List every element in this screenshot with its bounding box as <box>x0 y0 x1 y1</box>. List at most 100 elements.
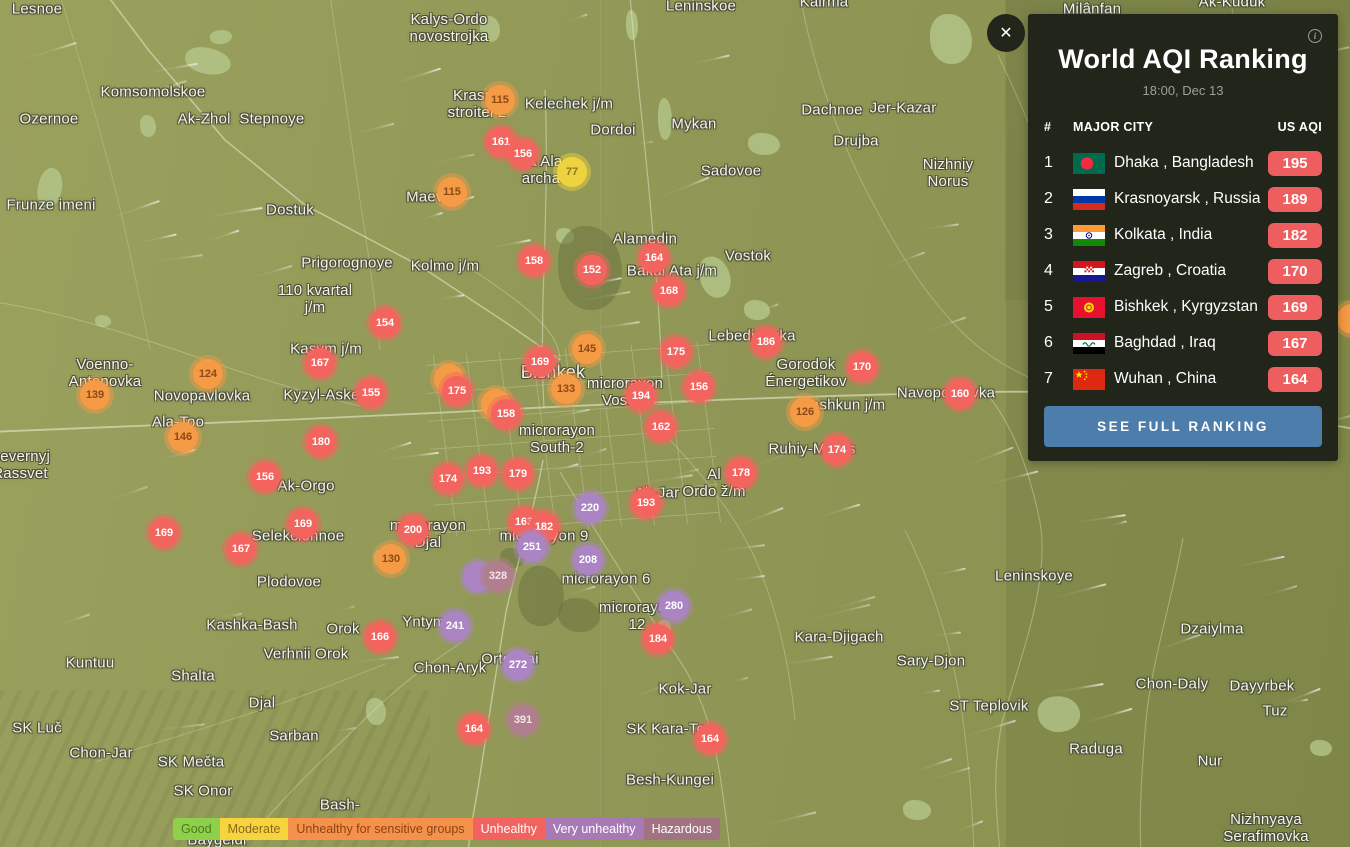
see-full-ranking-button[interactable]: SEE FULL RANKING <box>1044 406 1322 447</box>
ranking-row[interactable]: 2Krasnoyarsk , Russia189 <box>1028 181 1338 217</box>
city-name: Baghdad , Iraq <box>1114 334 1268 352</box>
map-place-label: Bash- <box>320 798 360 815</box>
aqi-marker[interactable]: 115 <box>437 177 467 207</box>
legend-item: Unhealthy for sensitive groups <box>288 818 472 840</box>
aqi-marker[interactable]: 133 <box>551 374 581 404</box>
aqi-marker[interactable]: 164 <box>639 243 669 273</box>
ranking-row[interactable]: 4Zagreb , Croatia170 <box>1028 253 1338 289</box>
aqi-marker[interactable]: 174 <box>822 435 852 465</box>
aqi-marker[interactable]: 160 <box>945 379 975 409</box>
map-place-label: Plodovoe <box>257 575 321 592</box>
ranking-row[interactable]: 3Kolkata , India182 <box>1028 217 1338 253</box>
aqi-marker[interactable]: 168 <box>654 276 684 306</box>
city-name: Krasnoyarsk , Russia <box>1114 190 1268 208</box>
city-name: Wuhan , China <box>1114 370 1268 388</box>
aqi-marker[interactable]: 178 <box>726 458 756 488</box>
map-place-label: Dzaiylma <box>1180 622 1243 639</box>
map-place-label: Ak-Kuduk <box>1199 0 1266 11</box>
aqi-marker[interactable]: 184 <box>643 624 673 654</box>
aqi-marker[interactable]: 169 <box>149 518 179 548</box>
aqi-badge: 164 <box>1268 367 1322 392</box>
aqi-marker[interactable]: 139 <box>80 380 110 410</box>
map-place-label: Dostuk <box>266 203 314 220</box>
map-place-label: Raduga <box>1069 742 1123 759</box>
aqi-marker[interactable]: 126 <box>790 397 820 427</box>
city-name: Kolkata , India <box>1114 226 1268 244</box>
aqi-marker[interactable]: 162 <box>646 412 676 442</box>
aqi-marker[interactable]: 130 <box>376 544 406 574</box>
map-place-label: SK Onor <box>174 784 233 801</box>
aqi-marker[interactable]: 208 <box>573 545 603 575</box>
aqi-marker[interactable]: 193 <box>467 456 497 486</box>
aqi-badge: 195 <box>1268 151 1322 176</box>
aqi-marker[interactable]: 174 <box>433 464 463 494</box>
panel-title: World AQI Ranking <box>1028 44 1338 75</box>
map-place-label: microrayon South-2 <box>519 423 595 457</box>
aqi-marker[interactable]: 155 <box>356 378 386 408</box>
aqi-marker[interactable]: 145 <box>572 334 602 364</box>
aqi-marker[interactable]: 164 <box>459 714 489 744</box>
rank-number: 5 <box>1044 298 1073 316</box>
aqi-marker[interactable]: 170 <box>847 352 877 382</box>
map-place-label: Sadovoe <box>701 164 762 181</box>
aqi-badge: 189 <box>1268 187 1322 212</box>
legend-item: Moderate <box>220 818 289 840</box>
ranking-table-header: # MAJOR CITY US AQI <box>1028 120 1338 134</box>
map-place-label: Jer-Kazar <box>870 101 937 118</box>
world-aqi-ranking-panel: i World AQI Ranking 18:00, Dec 13 # MAJO… <box>1028 14 1338 461</box>
aqi-marker[interactable]: 166 <box>365 622 395 652</box>
aqi-marker[interactable]: 154 <box>370 308 400 338</box>
aqi-marker[interactable]: 175 <box>442 376 472 406</box>
aqi-marker[interactable]: 186 <box>751 327 781 357</box>
ranking-close-button[interactable]: ✕ <box>987 14 1025 52</box>
aqi-marker[interactable]: 124 <box>193 359 223 389</box>
aqi-marker[interactable]: 280 <box>659 591 689 621</box>
aqi-marker[interactable]: 158 <box>519 246 549 276</box>
aqi-marker[interactable]: 193 <box>631 488 661 518</box>
aqi-marker[interactable]: 200 <box>398 515 428 545</box>
aqi-marker[interactable]: 175 <box>661 337 691 367</box>
aqi-marker[interactable]: 158 <box>491 399 521 429</box>
aqi-marker[interactable]: 115 <box>485 85 515 115</box>
flag-kg-icon <box>1073 297 1105 318</box>
map-place-label: Nur <box>1198 754 1223 771</box>
aqi-marker[interactable]: 391 <box>508 705 538 735</box>
aqi-badge: 167 <box>1268 331 1322 356</box>
column-rank: # <box>1044 120 1073 134</box>
map-place-label: Ak-Orgo <box>277 479 334 496</box>
ranking-rows: 1Dhaka , Bangladesh1952Krasnoyarsk , Rus… <box>1028 145 1338 397</box>
aqi-badge: 182 <box>1268 223 1322 248</box>
aqi-marker[interactable]: 169 <box>525 347 555 377</box>
legend-item: Very unhealthy <box>545 818 644 840</box>
aqi-marker[interactable]: 272 <box>503 650 533 680</box>
aqi-marker[interactable]: 164 <box>695 724 725 754</box>
map-place-label: Kuntuu <box>66 656 115 673</box>
aqi-marker[interactable]: 152 <box>577 255 607 285</box>
ranking-row[interactable]: 7Wuhan , China164 <box>1028 361 1338 397</box>
aqi-marker[interactable]: 220 <box>575 493 605 523</box>
aqi-marker[interactable]: 194 <box>626 381 656 411</box>
aqi-marker[interactable]: 167 <box>226 534 256 564</box>
column-city: MAJOR CITY <box>1073 120 1278 134</box>
ranking-row[interactable]: 6Baghdad , Iraq167 <box>1028 325 1338 361</box>
aqi-marker[interactable]: 146 <box>168 422 198 452</box>
ranking-row[interactable]: 1Dhaka , Bangladesh195 <box>1028 145 1338 181</box>
aqi-marker[interactable]: 167 <box>305 348 335 378</box>
ranking-row[interactable]: 5Bishkek , Kyrgyzstan169 <box>1028 289 1338 325</box>
city-name: Zagreb , Croatia <box>1114 262 1268 280</box>
map-place-label: Mykan <box>671 117 716 134</box>
aqi-marker[interactable]: 251 <box>517 532 547 562</box>
aqi-marker[interactable]: 180 <box>306 427 336 457</box>
aqi-marker[interactable]: 77 <box>557 157 587 187</box>
aqi-marker[interactable]: 156 <box>684 372 714 402</box>
panel-timestamp: 18:00, Dec 13 <box>1028 83 1338 98</box>
aqi-marker[interactable]: 156 <box>508 139 538 169</box>
aqi-marker[interactable]: 169 <box>288 509 318 539</box>
aqi-marker[interactable]: 328 <box>483 561 513 591</box>
info-icon[interactable]: i <box>1308 29 1322 43</box>
aqi-marker[interactable]: 179 <box>503 459 533 489</box>
aqi-marker[interactable]: 156 <box>250 462 280 492</box>
map-place-label: Gorodok Énergetikov <box>765 357 846 391</box>
aqi-badge: 170 <box>1268 259 1322 284</box>
aqi-marker[interactable]: 241 <box>440 611 470 641</box>
